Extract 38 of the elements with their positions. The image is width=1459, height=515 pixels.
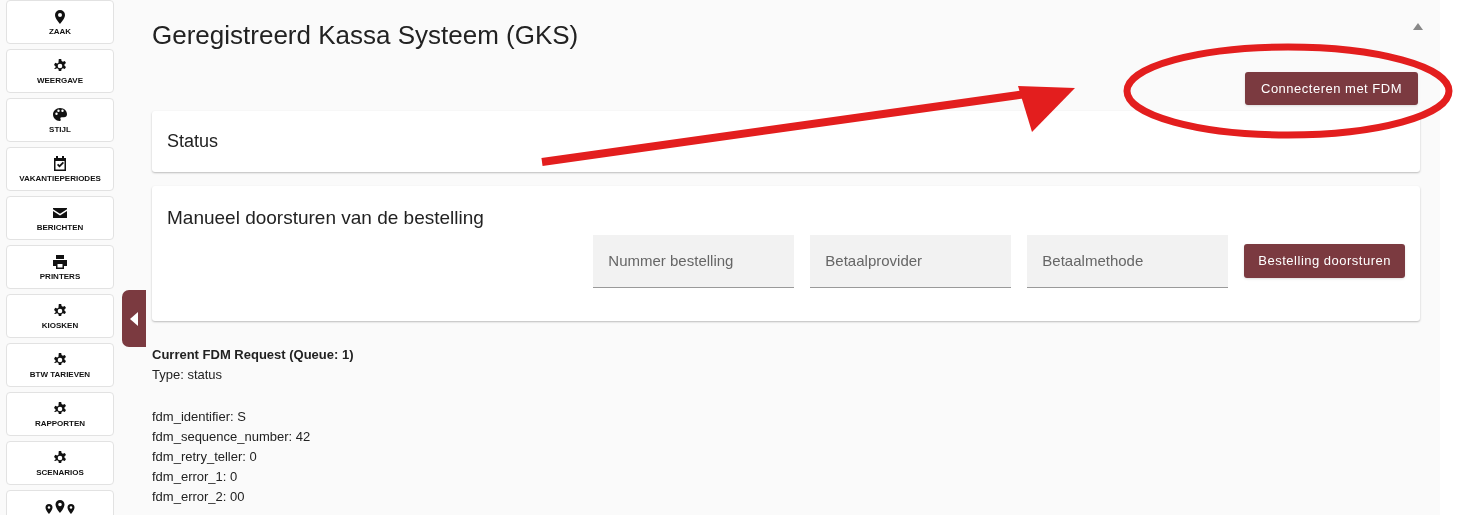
printer-icon — [52, 253, 68, 270]
sidebar-item[interactable]: BTW TARIEVEN — [6, 343, 114, 387]
connect-fdm-button[interactable]: Connecteren met FDM — [1245, 72, 1418, 105]
sidebar-item[interactable]: STIJL — [6, 98, 114, 142]
sidebar-item[interactable]: KIOSKEN — [6, 294, 114, 338]
input-field[interactable]: Betaalprovider — [810, 234, 1012, 288]
page-title: Geregistreerd Kassa Systeem (GKS) — [152, 19, 579, 52]
sidebar-item[interactable]: BERICHTEN — [6, 196, 114, 240]
input-field[interactable]: Nummer bestelling — [593, 234, 795, 288]
request-field: fdm_error_2: 00 — [152, 487, 1420, 507]
sidebar-item[interactable]: SCENARIOS — [6, 441, 114, 485]
sidebar-item[interactable]: PRINTERS — [6, 245, 114, 289]
map-pins-icon — [45, 500, 75, 515]
request-heading: Current FDM Request (Queue: 1) — [152, 346, 355, 364]
sidebar-item[interactable]: VAKANTIEPERIODES — [6, 147, 114, 191]
input-field[interactable]: Betaalmethode — [1027, 234, 1229, 288]
calendar-check-icon — [52, 155, 68, 172]
collapse-up-icon[interactable] — [1413, 23, 1423, 30]
card-title: Status — [167, 130, 219, 153]
gear-icon — [52, 57, 68, 74]
card-title: Manueel doorsturen van de bestelling — [167, 206, 485, 230]
sidebar-item[interactable]: ZAAK — [6, 0, 114, 44]
gear-icon — [52, 400, 68, 417]
send-order-button[interactable]: Bestelling doorsturen — [1244, 244, 1405, 278]
request-field: fdm_sequence_number: 42 — [152, 427, 1420, 447]
sidebar-item[interactable]: WEERGAVE — [6, 49, 114, 93]
sidebar-item[interactable]: RAPPORTEN — [6, 392, 114, 436]
request-field: fdm_identifier: S — [152, 407, 1420, 427]
gear-icon — [52, 302, 68, 319]
gear-icon — [52, 449, 68, 466]
caret-left-icon — [129, 311, 139, 326]
request-field: fdm_retry_teller: 0 — [152, 447, 1420, 467]
palette-icon — [52, 106, 68, 123]
collapse-sidebar-button[interactable] — [122, 290, 146, 347]
request-type: Type: status — [152, 366, 224, 384]
request-field: fdm_error_1: 0 — [152, 467, 1420, 487]
gear-icon — [52, 351, 68, 368]
map-pin-icon — [52, 8, 68, 25]
